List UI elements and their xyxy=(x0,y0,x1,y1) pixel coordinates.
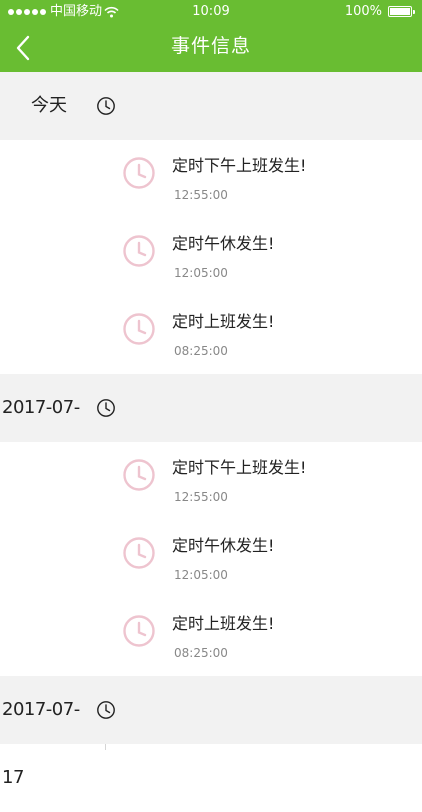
date-header: 今天 xyxy=(0,72,422,140)
event-item[interactable]: 定时午休发生! 12:05:00 xyxy=(0,520,422,598)
event-title: 定时下午上班发生! xyxy=(172,156,307,175)
page-title: 事件信息 xyxy=(170,35,251,57)
event-title: 定时上班发生! xyxy=(172,614,275,633)
date-header: 2017-07-17 xyxy=(0,676,422,788)
event-title: 定时上班发生! xyxy=(172,312,275,331)
navigation-bar: 事件信息 xyxy=(0,24,422,72)
clock-icon xyxy=(96,398,116,418)
event-time: 12:05:00 xyxy=(174,568,228,582)
event-item[interactable]: 定时上班发生! 08:25:00 xyxy=(0,296,422,374)
event-title: 定时下午上班发生! xyxy=(172,458,307,477)
clock-icon xyxy=(122,312,156,346)
clock-icon xyxy=(96,700,116,720)
clock-icon xyxy=(122,156,156,190)
date-label: 今天 xyxy=(31,95,67,116)
event-item[interactable]: 定时午休发生! 12:05:00 xyxy=(0,218,422,296)
event-title: 定时午休发生! xyxy=(172,536,275,555)
date-label: 2017-07-18 xyxy=(2,397,80,486)
event-time: 12:55:00 xyxy=(174,490,228,504)
event-item[interactable]: 定时上班发生! 08:25:00 xyxy=(0,598,422,676)
event-list: 定时下午上班发生! 12:55:00 定时午休发生! 12:05:00 定时上班发生… xyxy=(0,442,422,676)
event-list: 定时下午上班发生! 12:55:00 定时午休发生! 12:05:00 定时上班发生… xyxy=(0,140,422,374)
event-time: 12:55:00 xyxy=(174,188,228,202)
event-title: 定时午休发生! xyxy=(172,234,275,253)
event-time: 12:05:00 xyxy=(174,266,228,280)
clock-icon xyxy=(96,96,116,116)
clock-icon xyxy=(122,234,156,268)
event-time: 08:25:00 xyxy=(174,646,228,660)
clock-icon xyxy=(122,458,156,492)
battery-percent: 100% xyxy=(344,4,382,19)
date-label: 2017-07-17 xyxy=(2,699,80,788)
status-bar: 中国移动 10:09 100% xyxy=(0,0,422,24)
clock-icon xyxy=(122,536,156,570)
event-item[interactable]: 定时下午上班发生! 12:55:00 xyxy=(0,442,422,520)
date-header: 2017-07-18 xyxy=(0,374,422,486)
event-timeline[interactable]: 今天 定时下午上班发生! 12:55:00 定时午休发生! 12:05:00 定时上… xyxy=(0,72,422,788)
clock-icon xyxy=(122,614,156,648)
event-time: 08:25:00 xyxy=(174,344,228,358)
battery-icon xyxy=(388,6,415,17)
event-item[interactable]: 定时下午上班发生! 12:55:00 xyxy=(0,140,422,218)
app-header: 中国移动 10:09 100% 事件信息 xyxy=(0,0,422,72)
